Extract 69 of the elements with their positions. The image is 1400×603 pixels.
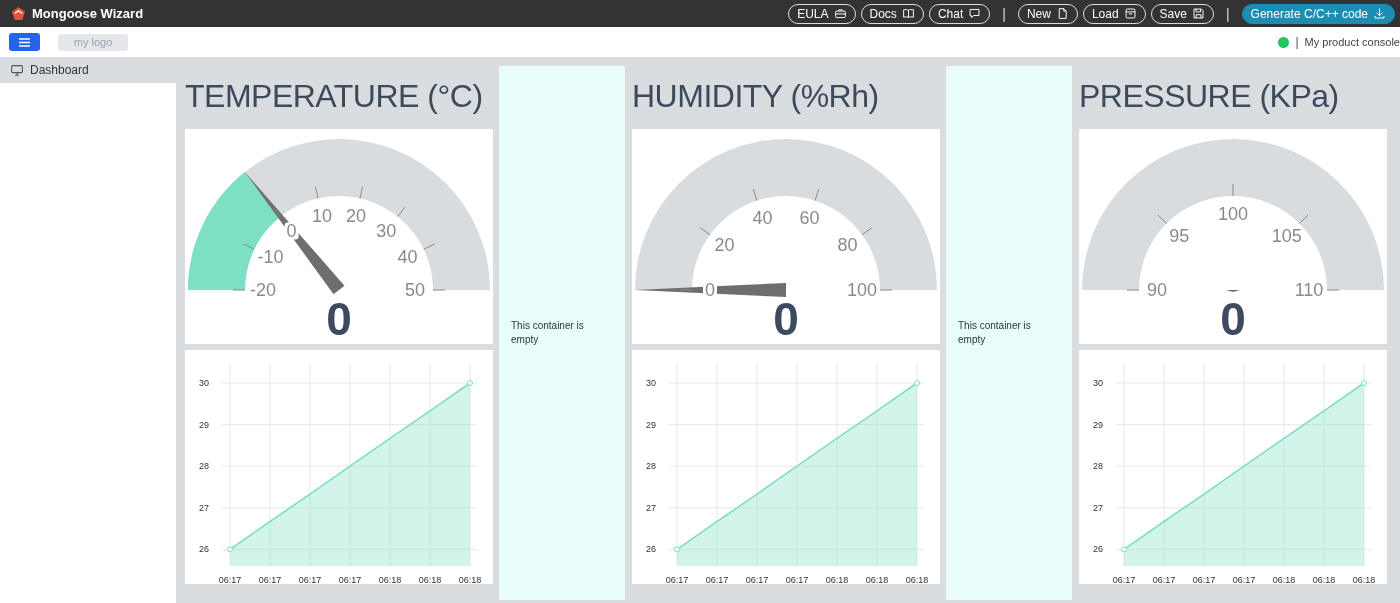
panel-title: PRESSURE (KPa) (1078, 76, 1340, 116)
axis-label: 06:18 (1352, 575, 1376, 584)
panel-title: TEMPERATURE (°C) (184, 76, 484, 116)
axis-label: 29 (199, 419, 209, 430)
axis-label: 06:18 (458, 575, 482, 584)
tick-label: 50 (405, 280, 425, 300)
axis-label: 06:17 (1192, 575, 1216, 584)
axis-label: 28 (646, 461, 656, 472)
axis-label: 06:18 (825, 575, 849, 584)
axis-label: 06:17 (218, 575, 242, 584)
axis-label: 06:18 (905, 575, 929, 584)
panel-title: HUMIDITY (%Rh) (631, 76, 880, 116)
tick-label: 100 (1218, 204, 1248, 224)
axis-label: 06:18 (418, 575, 442, 584)
tick-label: 30 (376, 220, 397, 241)
axis-label: 06:17 (1152, 575, 1176, 584)
axis-label: 06:17 (258, 575, 282, 584)
gauge-value: 0 (1220, 293, 1246, 344)
axis-label: 06:17 (705, 575, 729, 584)
empty-message: This container is empty (957, 319, 1032, 347)
console-label: My product console (1304, 36, 1400, 48)
axis-label: 06:17 (785, 575, 809, 584)
axis-label: 06:18 (1312, 575, 1336, 584)
axis-label: 30 (1093, 378, 1103, 388)
app-title: Mongoose Wizard (32, 6, 144, 21)
tick-label: 105 (1271, 226, 1302, 247)
axis-label: 06:18 (865, 575, 889, 584)
tick-label: 20 (714, 235, 735, 256)
tick-label: -20 (250, 280, 276, 300)
axis-label: 06:17 (1112, 575, 1136, 584)
tick-label: 40 (397, 247, 418, 267)
axis-label: 06:17 (745, 575, 769, 584)
axis-label: 06:18 (378, 575, 402, 584)
axis-label: 27 (1093, 502, 1103, 513)
tick-label: 0 (286, 220, 297, 241)
tick-label: 0 (705, 280, 715, 300)
tick-label: 95 (1169, 226, 1190, 247)
tick-label: 20 (345, 205, 366, 226)
tick-label: 100 (847, 280, 877, 300)
axis-label: 29 (1093, 419, 1103, 430)
axis-label: 06:18 (1272, 575, 1296, 584)
axis-label: 06:17 (298, 575, 322, 584)
tick-label: 80 (837, 235, 858, 256)
tick-label: 90 (1147, 280, 1167, 300)
axis-label: 26 (1093, 544, 1103, 555)
axis-label: 30 (646, 378, 656, 388)
tick-label: 110 (1294, 280, 1324, 300)
gauge-value: 0 (773, 293, 799, 344)
separator: | (1225, 5, 1230, 22)
axis-label: 28 (1093, 461, 1103, 472)
axis-label: 30 (199, 378, 209, 388)
axis-label: 06:17 (665, 575, 689, 584)
gauge-value: 0 (326, 293, 352, 344)
tick-label: 60 (799, 207, 820, 228)
axis-label: 27 (199, 502, 209, 513)
tick-label: -10 (257, 247, 284, 267)
axis-label: 06:17 (338, 575, 362, 584)
axis-label: 27 (646, 502, 656, 513)
axis-label: 26 (199, 544, 209, 555)
axis-label: 28 (199, 461, 209, 472)
axis-label: 26 (646, 544, 656, 555)
axis-label: 29 (646, 419, 656, 430)
logo-field: my logo (58, 33, 128, 51)
separator: | (1002, 5, 1006, 22)
tick-label: 10 (312, 205, 333, 226)
empty-message: This container is empty (510, 319, 585, 347)
axis-label: 06:17 (1232, 575, 1256, 584)
separator: | (1295, 35, 1299, 49)
tick-label: 40 (752, 207, 773, 228)
